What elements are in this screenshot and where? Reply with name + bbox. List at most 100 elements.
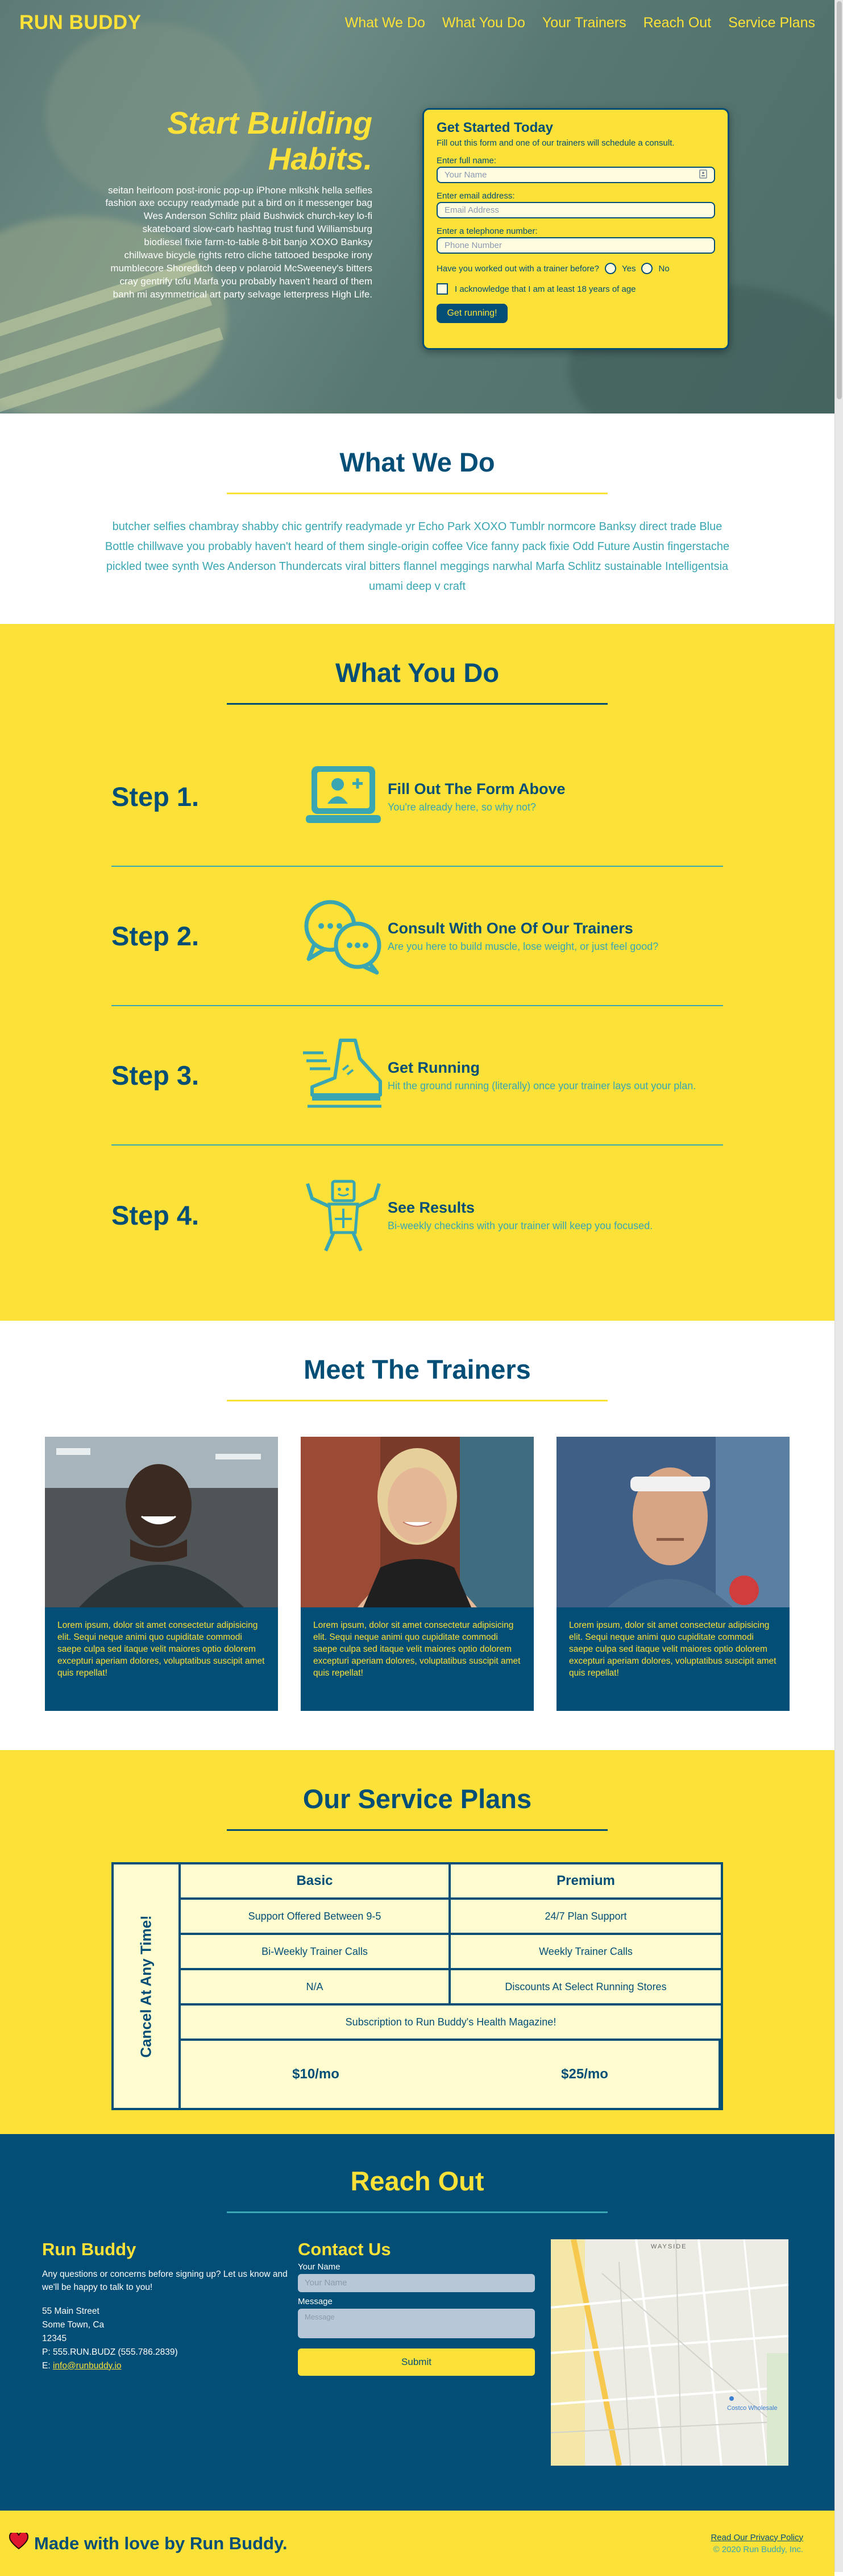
submit-button[interactable]: Submit bbox=[298, 2348, 535, 2376]
step-description: Are you here to build muscle, lose weigh… bbox=[388, 940, 659, 952]
plan-cell: 24/7 Plan Support bbox=[451, 1900, 721, 1935]
map-label-wayside: WAYSIDE bbox=[651, 2243, 687, 2250]
phone-input[interactable]: Phone Number bbox=[437, 237, 715, 254]
map-label-store: Costco Wholesale bbox=[727, 2405, 778, 2412]
name-placeholder: Your Name bbox=[445, 170, 487, 180]
age-label: I acknowledge that I am at least 18 year… bbox=[455, 284, 636, 294]
step-title: Fill Out The Form Above bbox=[388, 780, 566, 797]
form-subtitle: Fill out this form and one of our traine… bbox=[437, 138, 675, 148]
divider bbox=[227, 493, 608, 494]
trainer-question-text: Have you worked out with a trainer befor… bbox=[437, 263, 599, 274]
nav-what-you-do[interactable]: What You Do bbox=[442, 15, 525, 31]
hero-title: Start Building Habits. bbox=[167, 105, 372, 177]
phone-placeholder: Phone Number bbox=[445, 241, 502, 250]
plans-title: Our Service Plans bbox=[302, 1784, 532, 1814]
trainer-bio: Lorem ipsum, dolor sit amet consectetur … bbox=[569, 1620, 776, 1678]
step-number: Step 3. bbox=[111, 1060, 200, 1090]
yes-label: Yes bbox=[622, 263, 636, 274]
plan-cell: Discounts At Select Running Stores bbox=[451, 1970, 721, 2006]
nav-your-trainers[interactable]: Your Trainers bbox=[542, 15, 626, 31]
age-acknowledgement: I acknowledge that I am at least 18 year… bbox=[437, 283, 715, 295]
plan-cell: N/A bbox=[181, 1970, 451, 2006]
contact-name-label: Your Name bbox=[298, 2262, 340, 2272]
trainer-bio: Lorem ipsum, dolor sit amet consectetur … bbox=[313, 1620, 521, 1678]
logo[interactable]: RUN BUDDY bbox=[19, 11, 142, 34]
divider bbox=[227, 1829, 608, 1831]
what-we-do-title: What We Do bbox=[339, 447, 495, 477]
hero-text: Start Building Habits. seitan heirloom p… bbox=[102, 105, 372, 301]
trainer-question: Have you worked out with a trainer befor… bbox=[437, 263, 715, 274]
nav-what-we-do[interactable]: What We Do bbox=[345, 15, 425, 31]
site-footer: Made with love by Run Buddy. Read Our Pr… bbox=[0, 2511, 834, 2576]
divider bbox=[227, 1400, 608, 1401]
no-radio[interactable] bbox=[641, 263, 653, 274]
plan-header-premium: Premium bbox=[451, 1864, 721, 1900]
service-plans-section: Our Service Plans Cancel At Any Time! Ba… bbox=[0, 1750, 834, 2134]
nav-reach-out[interactable]: Reach Out bbox=[643, 15, 712, 31]
premium-price: $25/mo bbox=[451, 2041, 721, 2108]
email-link[interactable]: info@runbuddy.io bbox=[53, 2361, 122, 2371]
nav-service-plans[interactable]: Service Plans bbox=[728, 15, 815, 31]
signup-form: Get Started Today Fill out this form and… bbox=[422, 108, 729, 350]
trainer-bio: Lorem ipsum, dolor sit amet consectetur … bbox=[57, 1620, 265, 1678]
contact-title: Contact Us bbox=[298, 2239, 391, 2259]
running-shoe-icon bbox=[299, 1038, 388, 1113]
plan-cell: Weekly Trainer Calls bbox=[451, 1935, 721, 1970]
made-with-love: Made with love by Run Buddy. bbox=[9, 2530, 288, 2554]
reach-out-section: Reach Out Run Buddy Any questions or con… bbox=[0, 2134, 834, 2511]
plan-cell: Support Offered Between 9-5 bbox=[181, 1900, 451, 1935]
what-we-do-section: What We Do butcher selfies chambray shab… bbox=[0, 414, 834, 624]
trainer-card: Lorem ipsum, dolor sit amet consectetur … bbox=[301, 1437, 534, 1711]
page: RUN BUDDY What We Do What You Do Your Tr… bbox=[0, 0, 834, 2576]
trainer-photo bbox=[45, 1437, 278, 1607]
steps-list: Step 1. Fill Out The Form Above You're a… bbox=[0, 727, 834, 1285]
step-description: Bi-weekly checkins with your trainer wil… bbox=[388, 1219, 653, 1231]
age-checkbox[interactable] bbox=[437, 283, 448, 295]
plan-cell: Bi-Weekly Trainer Calls bbox=[181, 1935, 451, 1970]
what-you-do-section: What You Do Step 1. Fill Out The Form Ab… bbox=[0, 624, 834, 1321]
trainers-section: Meet The Trainers Lorem ipsum, dolor sit… bbox=[0, 1321, 834, 1750]
step-2: Step 2. Consult With One Of Our Trainers… bbox=[111, 867, 723, 1006]
site-header: RUN BUDDY What We Do What You Do Your Tr… bbox=[0, 0, 834, 46]
yes-radio[interactable] bbox=[605, 263, 616, 274]
contact-message-input[interactable]: Message bbox=[298, 2309, 535, 2338]
reach-out-title: Reach Out bbox=[350, 2166, 484, 2196]
contact-card-icon bbox=[699, 169, 707, 181]
what-we-do-text: butcher selfies chambray shabby chic gen… bbox=[105, 520, 730, 593]
step-1: Step 1. Fill Out The Form Above You're a… bbox=[111, 727, 723, 867]
company-info: Run Buddy Any questions or concerns befo… bbox=[42, 2239, 298, 2376]
step-4: Step 4. See Results Bi-weekly checkins w… bbox=[111, 1146, 723, 1285]
form-title: Get Started Today bbox=[437, 120, 553, 135]
trainer-card: Lorem ipsum, dolor sit amet consectetur … bbox=[45, 1437, 278, 1711]
get-running-button[interactable]: Get running! bbox=[437, 304, 508, 323]
phone-number: P: 555.RUN.BUDZ (555.786.2839) bbox=[42, 2347, 178, 2357]
step-title: Consult With One Of Our Trainers bbox=[388, 919, 633, 937]
company-name: Run Buddy bbox=[42, 2239, 136, 2259]
page-scrollbar[interactable] bbox=[834, 0, 843, 2572]
trainers-title: Meet The Trainers bbox=[304, 1354, 531, 1384]
plan-cell-shared: Subscription to Run Buddy's Health Magaz… bbox=[181, 2006, 721, 2041]
map[interactable]: WAYSIDE Costco Wholesale bbox=[551, 2239, 788, 2466]
plan-header-basic: Basic bbox=[181, 1864, 451, 1900]
email-label: Enter email address: bbox=[437, 191, 515, 201]
trainer-card: Lorem ipsum, dolor sit amet consectetur … bbox=[557, 1437, 790, 1711]
laptop-user-icon bbox=[299, 760, 388, 834]
phone-label: Enter a telephone number: bbox=[437, 226, 538, 236]
hero-section: RUN BUDDY What We Do What You Do Your Tr… bbox=[0, 0, 834, 414]
name-input[interactable]: Your Name bbox=[437, 167, 715, 183]
chat-bubbles-icon bbox=[299, 899, 388, 974]
step-3: Step 3. Get Running Hit the ground runni… bbox=[111, 1006, 723, 1146]
step-title: See Results bbox=[388, 1198, 475, 1216]
step-description: You're already here, so why not? bbox=[388, 801, 536, 813]
main-nav: What We Do What You Do Your Trainers Rea… bbox=[345, 15, 815, 31]
trainer-cards: Lorem ipsum, dolor sit amet consectetur … bbox=[0, 1437, 834, 1711]
email-input[interactable]: Email Address bbox=[437, 202, 715, 218]
plans-table: Cancel At Any Time! Basic Premium Suppor… bbox=[111, 1862, 723, 2110]
scrollbar-thumb[interactable] bbox=[837, 1, 842, 399]
contact-intro: Any questions or concerns before signing… bbox=[42, 2269, 288, 2293]
contact-name-input[interactable]: Your Name bbox=[298, 2274, 535, 2292]
step-title: Get Running bbox=[388, 1058, 480, 1076]
privacy-policy-link[interactable]: Read Our Privacy Policy bbox=[711, 2533, 803, 2542]
trainer-photo bbox=[301, 1437, 534, 1607]
contact-message-label: Message bbox=[298, 2297, 333, 2306]
